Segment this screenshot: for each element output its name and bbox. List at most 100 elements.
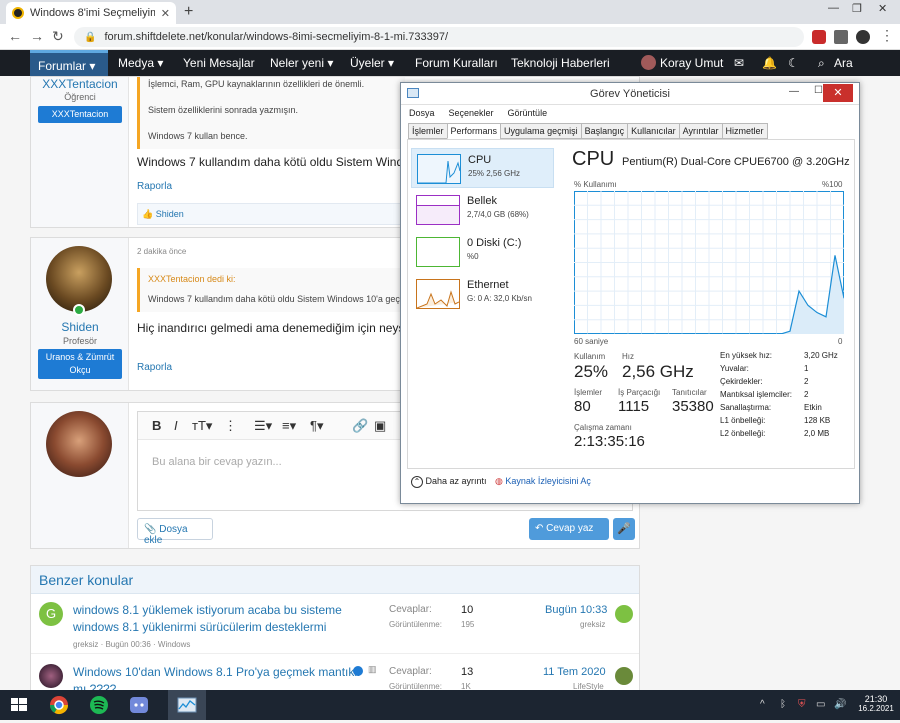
list-item: G windows 8.1 yüklemek istiyorum acaba b…: [31, 596, 639, 654]
chrome-icon[interactable]: [40, 690, 78, 720]
list-icon[interactable]: ☰▾: [254, 418, 272, 434]
tray-chevron-icon[interactable]: ^: [760, 699, 765, 710]
minimize-icon[interactable]: —: [828, 2, 839, 14]
like-icon: [353, 666, 363, 676]
tab-ayrintilar[interactable]: Ayrıntılar: [679, 123, 723, 139]
extension-icon[interactable]: [812, 30, 826, 44]
align-icon[interactable]: ≡▾: [282, 418, 296, 434]
avatar[interactable]: G: [39, 602, 63, 626]
nav-forumlar[interactable]: Forumlar ▾: [30, 50, 108, 76]
bold-icon[interactable]: B: [152, 418, 161, 433]
text-size-icon[interactable]: тT▾: [192, 418, 212, 434]
nav-neler-yeni[interactable]: Neler yeni ▾: [270, 56, 333, 70]
paragraph-icon[interactable]: ¶▾: [310, 418, 324, 434]
minimize-icon[interactable]: —: [789, 86, 799, 97]
nav-user[interactable]: Koray Umut: [660, 56, 723, 70]
nav-medya[interactable]: Medya ▾: [118, 56, 163, 70]
resource-disk[interactable]: 0 Diski (C:) %0: [411, 232, 554, 272]
avatar[interactable]: [615, 605, 633, 623]
reply-input[interactable]: Bu alana bir cevap yazın...: [152, 456, 282, 468]
start-button[interactable]: [0, 690, 38, 720]
tm-body: CPU 25% 2,56 GHz Bellek 2,7/4,0 GB (68%)…: [407, 139, 855, 469]
last-post-date[interactable]: Bugün 10:33: [545, 604, 607, 616]
moon-icon[interactable]: ☾: [788, 56, 799, 70]
new-tab-icon[interactable]: +: [184, 3, 193, 21]
restore-icon[interactable]: ❐: [852, 2, 862, 15]
nav-yeni-mesajlar[interactable]: Yeni Mesajlar: [183, 56, 255, 70]
thread-title[interactable]: windows 8.1 yüklemek istiyorum acaba bu …: [73, 602, 373, 636]
resource-cpu[interactable]: CPU 25% 2,56 GHz: [411, 148, 554, 188]
maximize-icon[interactable]: ☐: [814, 85, 823, 96]
quote-block: İşlemci, Ram, GPU kaynaklarının özellikl…: [137, 77, 405, 149]
post-username[interactable]: XXXTentacion: [31, 77, 129, 91]
address-bar: ← → ↻ 🔒 forum.shiftdelete.net/konular/wi…: [0, 24, 900, 50]
more-icon[interactable]: ⋮: [224, 418, 237, 434]
link-icon[interactable]: 🔗: [352, 418, 368, 434]
quote-block: XXXTentacion dedi ki: Windows 7 kullandı…: [137, 268, 405, 312]
shield-icon[interactable]: ⛨: [798, 699, 806, 710]
back-icon[interactable]: ←: [8, 28, 22, 44]
tm-menu: Dosya Seçenekler Görüntüle: [409, 108, 547, 118]
submit-reply-button[interactable]: ↶ Cevap yaz: [529, 518, 609, 540]
image-icon[interactable]: ▣: [374, 418, 386, 434]
nav-forum-kurallari[interactable]: Forum Kuralları: [415, 56, 498, 70]
attach-button[interactable]: 📎 Dosya ekle: [137, 518, 213, 540]
resource-monitor-link[interactable]: ◍ Kaynak İzleyicisini Aç: [495, 476, 591, 487]
tab-baslangic[interactable]: Başlangıç: [581, 123, 629, 139]
post-time[interactable]: 2 dakika önce: [137, 247, 186, 256]
mic-icon[interactable]: 🎤: [613, 518, 635, 540]
tab-performans[interactable]: Performans: [447, 123, 502, 139]
nav-uyeler[interactable]: Üyeler ▾: [350, 56, 394, 70]
nav-search[interactable]: Ara: [834, 56, 853, 70]
window-close-icon[interactable]: ✕: [878, 2, 887, 15]
user-avatar[interactable]: [641, 55, 656, 70]
network-icon[interactable]: ▭: [816, 699, 825, 710]
puzzle-icon[interactable]: [834, 30, 848, 44]
menu-goruntule[interactable]: Görüntüle: [508, 108, 548, 118]
url-input[interactable]: 🔒 forum.shiftdelete.net/konular/windows-…: [74, 27, 804, 47]
avatar[interactable]: [615, 667, 633, 685]
italic-icon[interactable]: I: [174, 418, 178, 433]
taskbar: ^ ᛒ ⛨ ▭ 🔊 21:30 16.2.2021: [0, 690, 900, 720]
tab-hizmetler[interactable]: Hizmetler: [722, 123, 768, 139]
avatar[interactable]: [46, 246, 112, 312]
nav-teknoloji-haberleri[interactable]: Teknoloji Haberleri: [511, 56, 610, 70]
tab-uygulama-gecmisi[interactable]: Uygulama geçmişi: [500, 123, 582, 139]
quote-author[interactable]: XXXTentacion dedi ki:: [148, 274, 405, 284]
discord-icon[interactable]: [120, 690, 158, 720]
site-favicon-icon: [12, 7, 24, 19]
report-link[interactable]: Raporla: [137, 181, 172, 192]
resource-memory[interactable]: Bellek 2,7/4,0 GB (68%): [411, 190, 554, 230]
disk-mini-graph: [416, 237, 460, 267]
process-count: 80: [574, 398, 591, 415]
resource-ethernet[interactable]: Ethernet G: 0 A: 32,0 Kb/sn: [411, 274, 554, 314]
search-icon[interactable]: ⌕: [818, 56, 825, 71]
tab-close-icon[interactable]: ✕: [161, 7, 170, 20]
menu-icon[interactable]: ⋮: [880, 27, 894, 44]
spotify-icon[interactable]: [80, 690, 118, 720]
menu-secenekler[interactable]: Seçenekler: [449, 108, 494, 118]
less-details-button[interactable]: ⌃ Daha az ayrıntı: [411, 476, 487, 488]
forward-icon[interactable]: →: [30, 28, 44, 44]
clock[interactable]: 21:30 16.2.2021: [856, 694, 896, 713]
tab-islemler[interactable]: İşlemler: [408, 123, 448, 139]
tm-titlebar[interactable]: Görev Yöneticisi — ☐ ✕: [401, 83, 859, 105]
close-icon[interactable]: ✕: [823, 84, 853, 102]
mail-icon[interactable]: ✉: [734, 56, 744, 70]
bluetooth-icon[interactable]: ᛒ: [780, 699, 786, 710]
avatar[interactable]: [39, 664, 63, 688]
post-username[interactable]: Shiden: [31, 320, 129, 334]
menu-dosya[interactable]: Dosya: [409, 108, 435, 118]
tab-kullanicilar[interactable]: Kullanıcılar: [627, 123, 680, 139]
last-post-date[interactable]: 11 Tem 2020: [543, 666, 606, 678]
tm-tabs: İşlemler Performans Uygulama geçmişi Baş…: [408, 123, 767, 139]
cpu-usage-graph: [574, 191, 844, 334]
reload-icon[interactable]: ↻: [52, 28, 64, 45]
volume-icon[interactable]: 🔊: [834, 699, 846, 710]
bell-icon[interactable]: 🔔: [762, 56, 777, 70]
profile-avatar[interactable]: [856, 30, 870, 44]
task-manager-taskbar-icon[interactable]: [168, 690, 206, 720]
browser-tab[interactable]: Windows 8'imi Seçmeliyim 8.1 mi ✕: [6, 2, 176, 24]
report-link[interactable]: Raporla: [137, 362, 172, 373]
liker-name[interactable]: Shiden: [156, 209, 184, 219]
